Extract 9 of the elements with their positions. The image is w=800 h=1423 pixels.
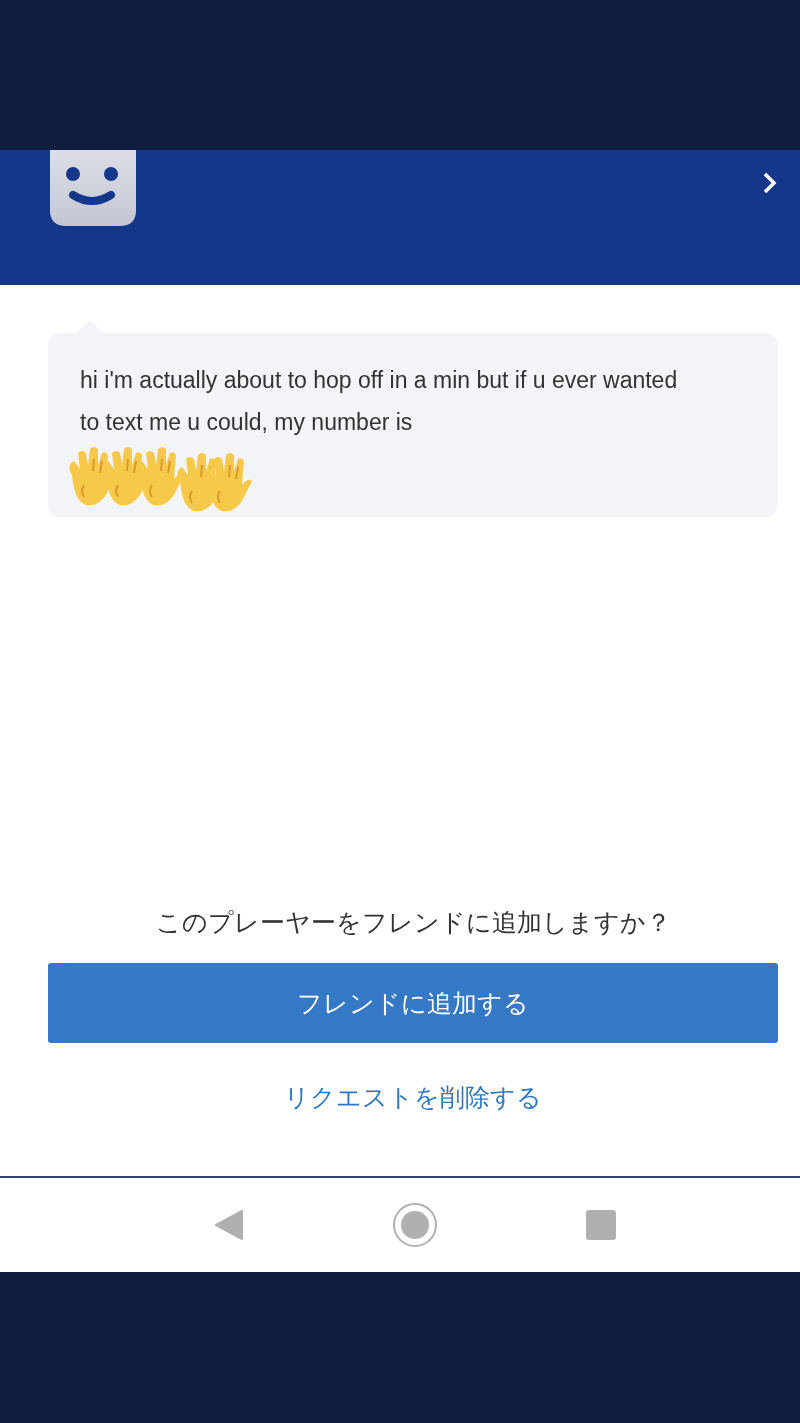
back-icon[interactable] (214, 1209, 244, 1241)
prompt-text: このプレーヤーをフレンドに追加しますか？ (155, 907, 671, 939)
smiley-avatar-icon (50, 150, 136, 226)
message-text: hi i'm actually about to hop off in a min but if u ever wanted to text me u could, my number is (80, 366, 678, 437)
delete-request-link[interactable]: リクエストを削除する (284, 1081, 542, 1114)
chevron-right-icon (762, 171, 778, 195)
profile-header[interactable] (0, 150, 800, 285)
add-friend-button[interactable]: フレンドに追加する (48, 963, 778, 1043)
home-icon[interactable] (392, 1202, 438, 1248)
